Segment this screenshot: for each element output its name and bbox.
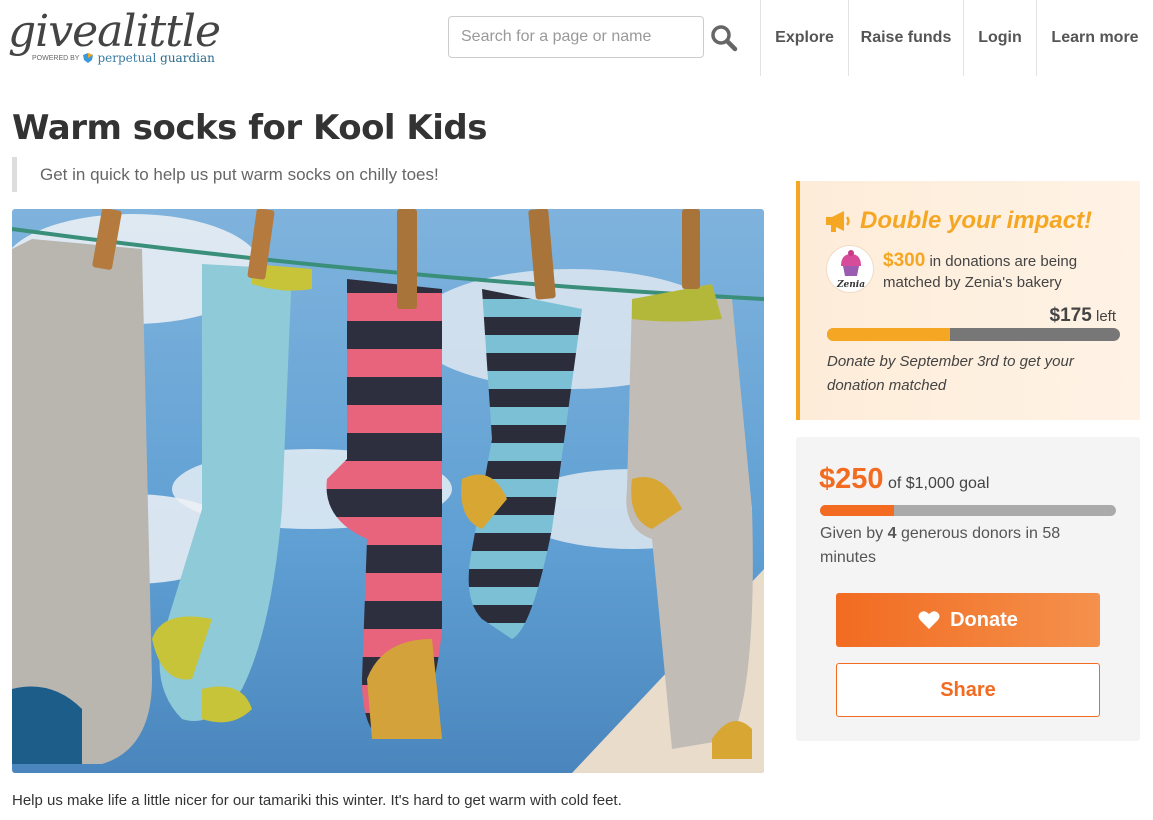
logo-powered-by: POWERED BY perpetual guardian <box>32 51 215 65</box>
matching-remaining: $175 left <box>1050 305 1116 327</box>
donors-summary: Given by 4 generous donors in 58 minutes <box>820 522 1100 570</box>
logo-wordmark: givealittle <box>8 6 221 57</box>
nav-login[interactable]: Login <box>963 0 1036 76</box>
heart-icon <box>918 611 940 629</box>
donor-count: 4 <box>887 525 897 542</box>
socks-on-line-image <box>12 209 764 773</box>
donate-button[interactable]: Donate <box>836 593 1100 647</box>
matching-amount: $300 <box>883 250 926 271</box>
page-title: Warm socks for Kool Kids <box>12 108 488 148</box>
main-nav: Explore Raise funds Login Learn more <box>760 0 1153 76</box>
givealittle-logo[interactable]: givealittle POWERED BY perpetual guardia… <box>8 6 221 68</box>
given-prefix: Given by <box>820 525 888 542</box>
donate-label: Donate <box>950 608 1018 631</box>
page-tagline: Get in quick to help us put warm socks o… <box>12 157 439 192</box>
goal-progress-fill <box>820 505 894 516</box>
nav-learn-more[interactable]: Learn more <box>1036 0 1153 76</box>
logo-powered-text: POWERED BY <box>32 54 80 62</box>
donation-panel: $250 of $1,000 goal Given by 4 generous … <box>796 437 1140 741</box>
search-input[interactable] <box>449 17 703 57</box>
nav-raise-funds[interactable]: Raise funds <box>848 0 963 76</box>
matching-remaining-amount: $175 <box>1049 305 1092 326</box>
share-label: Share <box>940 678 996 701</box>
share-button[interactable]: Share <box>836 663 1100 717</box>
goal-progress-bar <box>820 505 1116 516</box>
matching-title: Double your impact! <box>860 207 1093 234</box>
search-box <box>448 16 704 58</box>
matching-progress-fill <box>827 328 951 341</box>
matching-progress-bar <box>827 328 1120 341</box>
sponsor-avatar: Zenia <box>826 245 874 293</box>
logo-partner-a: perpetual <box>97 51 157 65</box>
perpetual-guardian-icon <box>83 53 94 63</box>
raised-summary: $250 of $1,000 goal <box>819 463 989 496</box>
sponsor-logo-text: Zenia <box>836 280 866 290</box>
matching-description: $300 in donations are being matched by Z… <box>883 250 1123 293</box>
matching-box: Double your impact! Zenia $300 in donati… <box>796 181 1140 420</box>
matching-remaining-label: left <box>1091 308 1116 325</box>
cupcake-icon <box>841 250 861 276</box>
nav-explore[interactable]: Explore <box>760 0 848 76</box>
raised-amount: $250 <box>819 463 884 495</box>
search-icon[interactable] <box>710 24 738 52</box>
megaphone-icon <box>826 211 850 232</box>
matching-header: Double your impact! <box>824 207 1092 235</box>
logo-partner-b: guardian <box>160 51 215 65</box>
campaign-photo <box>12 209 764 773</box>
page-description: Help us make life a little nicer for our… <box>12 792 622 809</box>
matching-deadline-note: Donate by September 3rd to get your dona… <box>827 353 1074 394</box>
goal-text: of $1,000 goal <box>883 475 990 492</box>
